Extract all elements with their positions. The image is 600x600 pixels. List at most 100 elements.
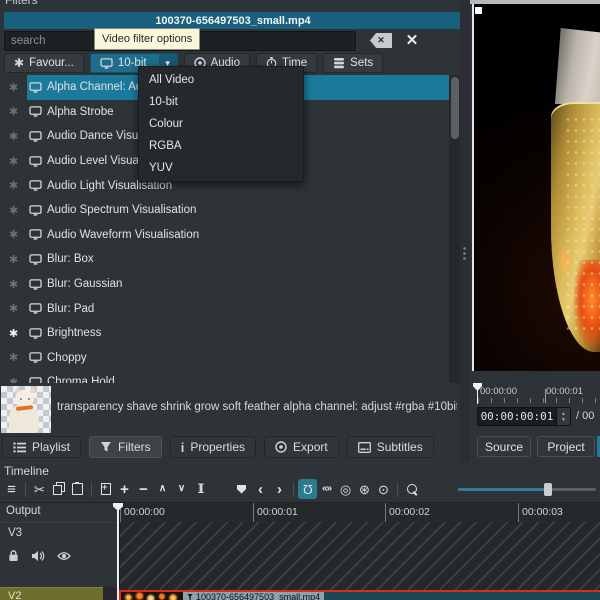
favorite-icon[interactable]: ✱: [9, 204, 27, 217]
Properties[interactable]: i Properties: [170, 436, 256, 458]
clip-thumbnails: [121, 592, 183, 600]
filter-item[interactable]: ✱ Audio Waveform Visualisation: [0, 223, 450, 248]
toolbar-separator[interactable]: [91, 482, 92, 497]
lift-button[interactable]: ∧: [153, 479, 172, 499]
dropdown-menu-item[interactable]: YUV: [139, 157, 303, 179]
ripple-delete-button[interactable]: −: [134, 479, 153, 499]
panel-tab-label: Properties: [190, 440, 245, 454]
filter-preview-thumbnail: [1, 386, 51, 433]
cut-button[interactable]: ✂: [30, 479, 49, 499]
Subtitles[interactable]: Subtitles: [347, 436, 434, 458]
panel-tabs: Playlist Filters i Properties Export: [2, 436, 434, 458]
ruler-label: 00:00:03: [522, 506, 563, 518]
dropdown-menu-item[interactable]: All Video: [139, 69, 303, 91]
filter-item[interactable]: ✱ Blur: Box: [0, 247, 450, 272]
panel-splitter[interactable]: [460, 0, 470, 462]
Favour...[interactable]: ✱ Favour...: [4, 53, 84, 73]
toolbar-separator[interactable]: [293, 482, 294, 497]
timecode-value[interactable]: 00:00:00:01: [478, 410, 556, 423]
clear-search-icon[interactable]: ✕: [370, 33, 392, 48]
prev-marker-button[interactable]: ‹: [251, 479, 270, 499]
preview-panel: 00:00:00 00:00:01 00:00:00:01 ▲ ▼ / 00 S…: [470, 0, 600, 462]
append-button[interactable]: [96, 479, 115, 499]
timeline-ruler[interactable]: 00:00:00 00:00:01 00:00:02 00:00:03: [120, 503, 600, 522]
panel-tab-label: Subtitles: [377, 440, 423, 454]
favorite-icon[interactable]: ✱: [9, 327, 27, 340]
favorite-icon[interactable]: ✱: [9, 130, 27, 143]
Playlist[interactable]: Playlist: [2, 436, 81, 458]
timeline-menu-button[interactable]: ≡: [2, 479, 21, 499]
next-marker-button[interactable]: ›: [270, 479, 289, 499]
filter-item-label: Choppy: [47, 352, 87, 364]
screen-icon: [29, 352, 42, 363]
timecode-field[interactable]: 00:00:00:01 ▲ ▼: [477, 407, 571, 426]
empty-track-area[interactable]: [120, 522, 600, 600]
favorite-icon[interactable]: ✱: [9, 228, 27, 241]
filter-item[interactable]: ✱ Chroma Hold: [0, 370, 450, 383]
output-track-header[interactable]: Output: [0, 503, 118, 522]
copy-button[interactable]: [49, 479, 68, 499]
ruler-label: 00:00:02: [389, 506, 430, 518]
filter-item-label: Blur: Box: [47, 253, 94, 265]
filter-item[interactable]: ✱ Choppy: [0, 346, 450, 371]
filter-list-scrollbar[interactable]: [449, 75, 460, 383]
filter-item[interactable]: ✱ Blur: Gaussian: [0, 272, 450, 297]
scrub-button[interactable]: «»: [317, 479, 336, 499]
favorite-icon[interactable]: ✱: [9, 302, 27, 315]
toolbar-gap[interactable]: [210, 479, 232, 499]
panel-tab-label: Export: [293, 440, 328, 454]
track-label: V2: [8, 590, 21, 600]
split-button[interactable]: ][: [191, 479, 210, 499]
marker-button[interactable]: [232, 479, 251, 499]
spin-down-icon[interactable]: ▼: [561, 417, 566, 423]
screen-icon: [29, 229, 42, 240]
filter-item[interactable]: ✱ Blur: Pad: [0, 296, 450, 321]
timeline-clip[interactable]: 100370-656497503_small.mp4: [119, 590, 600, 600]
favorite-icon[interactable]: ✱: [9, 351, 27, 364]
zoom-slider[interactable]: [458, 488, 596, 491]
ripple-button[interactable]: ◎: [336, 479, 355, 499]
project-tab[interactable]: Project: [537, 436, 595, 457]
dropdown-menu-item[interactable]: 10-bit: [139, 91, 303, 113]
ruler-label: 00:00:01: [546, 386, 583, 397]
toolbar-separator[interactable]: [25, 482, 26, 497]
favorite-icon[interactable]: ✱: [9, 253, 27, 266]
favorite-icon[interactable]: ✱: [9, 376, 27, 383]
dropdown-menu-item[interactable]: RGBA: [139, 135, 303, 157]
zoom-out-button[interactable]: [402, 479, 421, 499]
splitter-handle-icon: [463, 246, 466, 262]
track-header-v2[interactable]: V2: [0, 587, 103, 600]
close-icon[interactable]: ✕: [402, 30, 422, 50]
Filters[interactable]: Filters: [89, 436, 162, 458]
toolbar-separator[interactable]: [397, 482, 398, 497]
snap-button[interactable]: Ω: [298, 479, 317, 499]
filter-item-label: Audio Spectrum Visualisation: [47, 204, 196, 216]
add-button[interactable]: +: [115, 479, 134, 499]
Export[interactable]: Export: [264, 436, 339, 458]
dropdown-menu-item[interactable]: Colour: [139, 113, 303, 135]
lock-icon[interactable]: [8, 549, 19, 565]
zoom-slider-handle[interactable]: [544, 483, 552, 496]
video-preview[interactable]: [472, 4, 600, 371]
timecode-spinner[interactable]: ▲ ▼: [556, 408, 570, 425]
overwrite-button[interactable]: ∨: [172, 479, 191, 499]
screen-icon: [29, 377, 42, 383]
source-tab[interactable]: Source: [477, 436, 531, 457]
filter-item[interactable]: ✱ Brightness: [0, 321, 450, 346]
track-header-v3[interactable]: V3: [0, 522, 118, 587]
vui-rect-handle[interactable]: [475, 7, 482, 14]
paste-button[interactable]: [68, 479, 87, 499]
mute-icon[interactable]: [31, 550, 45, 565]
Sets[interactable]: Sets: [323, 53, 383, 73]
favorite-icon[interactable]: ✱: [9, 105, 27, 118]
favorite-icon[interactable]: ✱: [9, 278, 27, 291]
scrollbar-thumb[interactable]: [451, 77, 459, 139]
ripple-markers-button[interactable]: ⊙: [374, 479, 393, 499]
hide-eye-icon[interactable]: [57, 550, 71, 564]
favorite-icon[interactable]: ✱: [9, 155, 27, 168]
favorite-icon[interactable]: ✱: [9, 81, 27, 94]
preview-time-ruler[interactable]: 00:00:00 00:00:01: [470, 377, 600, 405]
filter-item[interactable]: ✱ Audio Spectrum Visualisation: [0, 198, 450, 223]
favorite-icon[interactable]: ✱: [9, 179, 27, 192]
ripple-all-tracks-button[interactable]: ⊛: [355, 479, 374, 499]
